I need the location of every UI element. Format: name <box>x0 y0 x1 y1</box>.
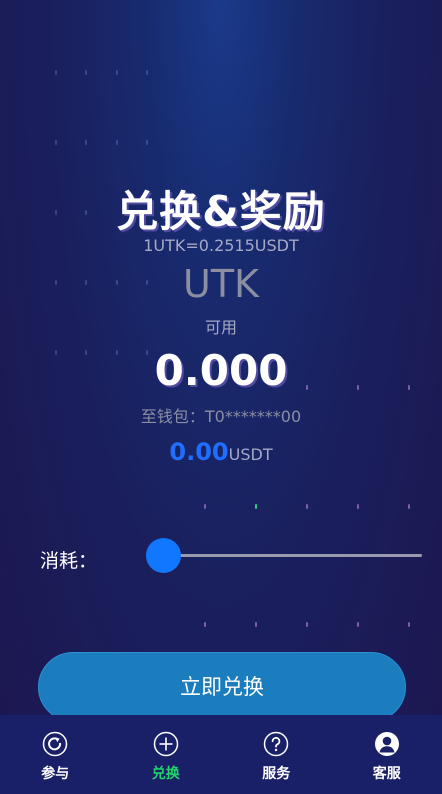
wallet-address: 至钱包：T0*******00 <box>140 407 302 426</box>
usdt-unit: USDT <box>228 445 273 464</box>
consume-slider-track[interactable] <box>163 554 422 557</box>
bottom-tab-bar: 参与 兑换 服务 客服 <box>0 715 442 794</box>
available-balance: 0.000 <box>154 346 288 395</box>
plus-circle-icon <box>153 731 178 757</box>
tab-participate[interactable]: 参与 <box>0 715 111 794</box>
consume-slider-thumb[interactable] <box>146 538 181 573</box>
tab-customer-service[interactable]: 客服 <box>332 715 442 794</box>
exchange-rate: 1UTK=0.2515USDT <box>143 236 299 255</box>
conversion-result: 0.00USDT <box>0 438 442 466</box>
tab-exchange[interactable]: 兑换 <box>111 715 222 794</box>
page-title: 兑换&奖励 <box>116 187 326 236</box>
refresh-icon <box>43 731 68 757</box>
tab-label: 客服 <box>372 766 401 782</box>
tab-service[interactable]: 服务 <box>221 715 332 794</box>
tab-label: 兑换 <box>151 766 180 782</box>
tab-label: 服务 <box>262 766 291 782</box>
user-icon <box>374 732 399 756</box>
usdt-amount: 0.00 <box>169 438 229 466</box>
available-label: 可用 <box>204 318 237 337</box>
tab-label: 参与 <box>41 766 70 782</box>
exchange-now-button[interactable]: 立即兑换 <box>38 652 406 722</box>
help-icon <box>264 731 289 757</box>
consume-label: 消耗： <box>40 550 98 572</box>
token-symbol: UTK <box>183 262 259 306</box>
